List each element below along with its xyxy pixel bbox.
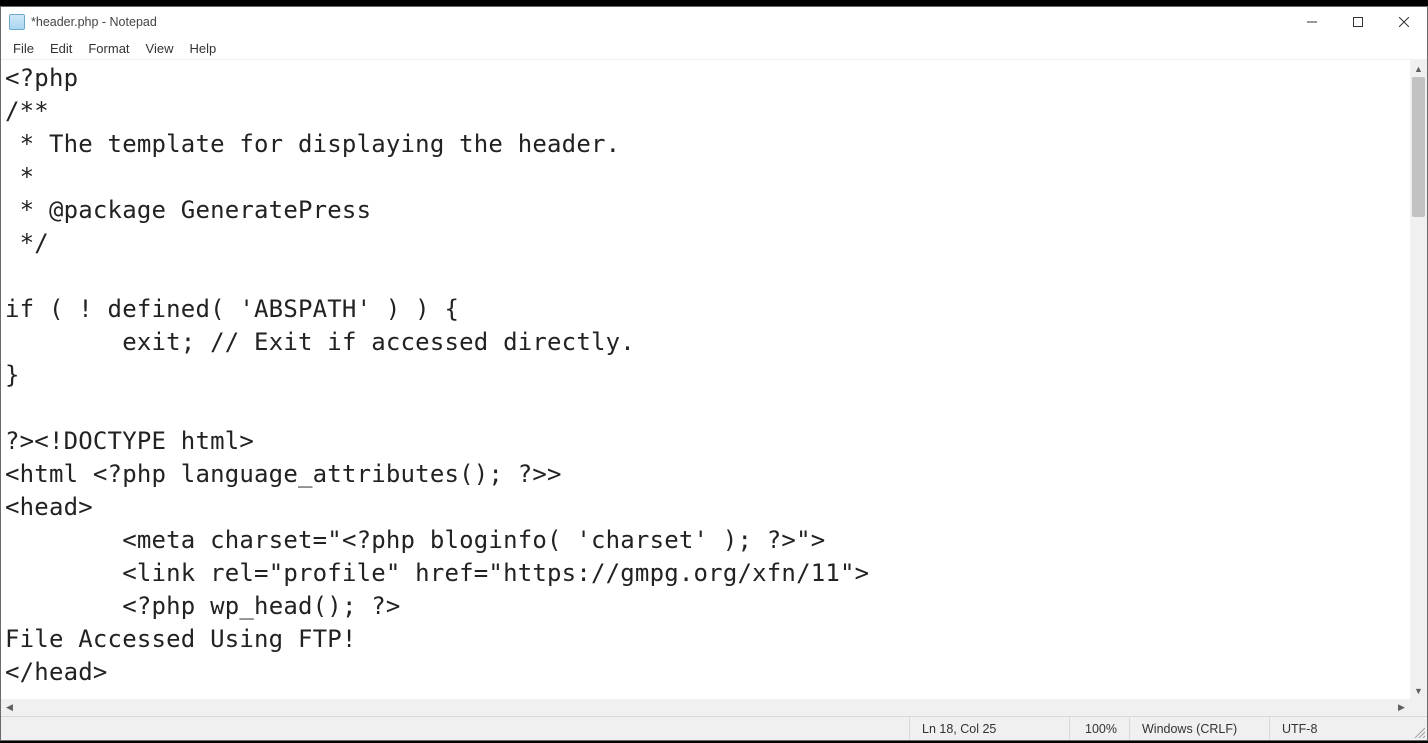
status-zoom: 100% [1069, 717, 1129, 740]
vertical-scroll-track[interactable] [1410, 77, 1427, 682]
close-button[interactable] [1381, 7, 1427, 37]
window-title: *header.php - Notepad [31, 15, 157, 29]
notepad-app-icon [9, 14, 25, 30]
scroll-right-arrow-icon[interactable]: ▶ [1393, 699, 1410, 716]
status-encoding: UTF-8 [1269, 717, 1409, 740]
menu-format[interactable]: Format [80, 39, 137, 58]
status-cursor-position: Ln 18, Col 25 [909, 717, 1069, 740]
text-editor[interactable]: <?php /** * The template for displaying … [1, 60, 1410, 699]
notepad-window: *header.php - Notepad File Edit Format V… [0, 6, 1428, 741]
menu-edit[interactable]: Edit [42, 39, 80, 58]
horizontal-scroll-track[interactable] [18, 699, 1393, 716]
menu-help[interactable]: Help [181, 39, 224, 58]
close-icon [1399, 17, 1409, 27]
horizontal-scrollbar[interactable]: ◀ ▶ [1, 699, 1410, 716]
vertical-scroll-thumb[interactable] [1412, 77, 1425, 217]
minimize-button[interactable] [1289, 7, 1335, 37]
menu-file[interactable]: File [5, 39, 42, 58]
scroll-corner [1410, 699, 1427, 716]
minimize-icon [1307, 17, 1317, 27]
vertical-scrollbar[interactable]: ▲ ▼ [1410, 60, 1427, 699]
resize-grip-icon[interactable] [1409, 717, 1427, 740]
menu-view[interactable]: View [138, 39, 182, 58]
menubar: File Edit Format View Help [1, 37, 1427, 59]
maximize-icon [1353, 17, 1363, 27]
status-line-ending: Windows (CRLF) [1129, 717, 1269, 740]
titlebar[interactable]: *header.php - Notepad [1, 7, 1427, 37]
scroll-down-arrow-icon[interactable]: ▼ [1410, 682, 1427, 699]
statusbar: Ln 18, Col 25 100% Windows (CRLF) UTF-8 [1, 716, 1427, 740]
scroll-up-arrow-icon[interactable]: ▲ [1410, 60, 1427, 77]
maximize-button[interactable] [1335, 7, 1381, 37]
editor-area: <?php /** * The template for displaying … [1, 59, 1427, 716]
scroll-left-arrow-icon[interactable]: ◀ [1, 699, 18, 716]
